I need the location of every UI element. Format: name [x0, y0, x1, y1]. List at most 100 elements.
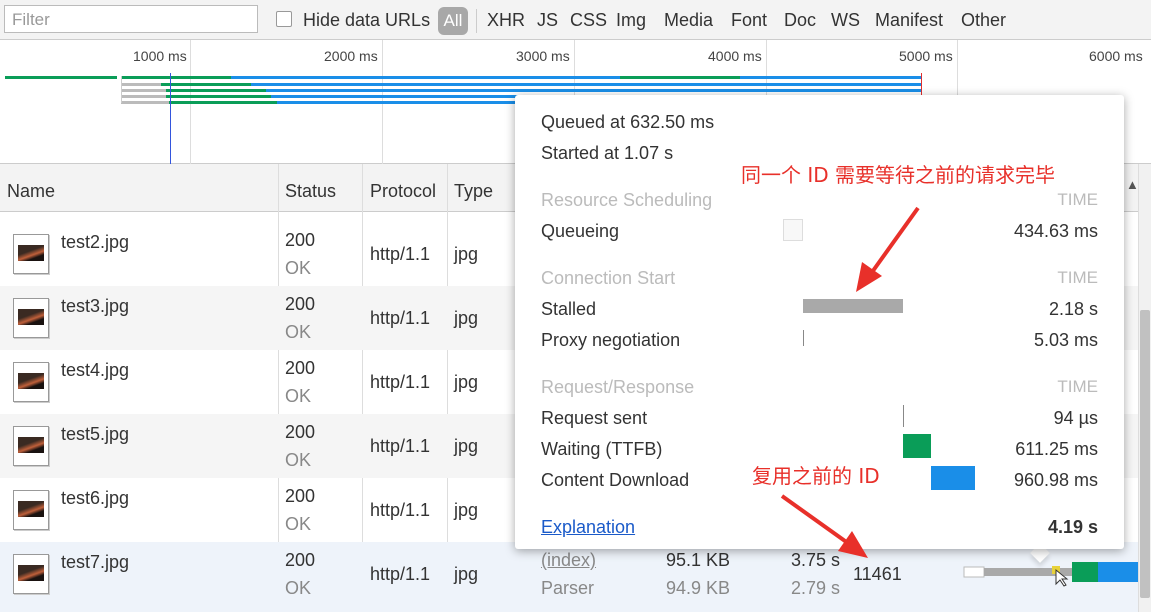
request-protocol: http/1.1	[370, 564, 431, 584]
type-filter-img[interactable]: Img	[616, 10, 646, 31]
overview-bar-stalled	[121, 95, 166, 98]
image-file-icon	[13, 426, 49, 466]
time-header: TIME	[1057, 377, 1098, 396]
dom-content-loaded-marker	[170, 73, 171, 164]
section-request-response: Request/Response	[541, 377, 695, 397]
request-status-text: OK	[285, 322, 312, 342]
request-name: test5.jpg	[61, 424, 130, 444]
scrollbar-thumb[interactable]	[1140, 310, 1150, 598]
request-latency: 2.79 s	[791, 578, 841, 598]
request-protocol: http/1.1	[370, 244, 431, 264]
type-filter-media[interactable]: Media	[664, 10, 713, 31]
waiting-ttfb-label: Waiting (TTFB)	[541, 439, 663, 459]
request-status-text: OK	[285, 450, 312, 470]
proxy-negotiation-label: Proxy negotiation	[541, 330, 681, 350]
column-header-type[interactable]: Type	[454, 181, 493, 202]
type-filter-xhr[interactable]: XHR	[487, 10, 525, 31]
overview-bar-stalled	[121, 101, 169, 104]
resource-size: 94.9 KB	[666, 578, 731, 598]
explanation-link[interactable]: Explanation	[541, 517, 635, 538]
request-sent-label: Request sent	[541, 408, 648, 428]
annotation-wait-same-id: 同一个 ID 需要等待之前的请求完毕	[741, 163, 1056, 187]
column-header-name[interactable]: Name	[7, 181, 55, 202]
overview-bar-stalled	[121, 83, 161, 86]
proxy-negotiation-value: 5.03 ms	[1033, 330, 1098, 350]
hide-data-urls-checkbox[interactable]	[276, 11, 292, 27]
request-status-text: OK	[285, 514, 312, 534]
overview-bar-waiting	[620, 76, 740, 79]
request-table-header: Name Status Protocol Type	[0, 164, 515, 212]
queueing-label: Queueing	[541, 221, 620, 241]
content-download-bar	[931, 466, 975, 490]
overview-bar-waiting	[166, 95, 271, 98]
request-protocol: http/1.1	[370, 308, 431, 328]
waterfall-download	[1098, 562, 1138, 582]
request-status-code: 200	[285, 486, 316, 506]
request-type: jpg	[454, 372, 479, 392]
request-type: jpg	[454, 436, 479, 456]
request-name: test3.jpg	[61, 296, 130, 316]
initiator-type: Parser	[541, 578, 595, 598]
type-filter-manifest[interactable]: Manifest	[875, 10, 943, 31]
request-status-code: 200	[285, 422, 316, 442]
overview-bar-download	[231, 76, 921, 79]
type-filter-other[interactable]: Other	[961, 10, 1006, 31]
request-status-text: OK	[285, 386, 312, 406]
toolbar-divider	[476, 9, 477, 33]
proxy-negotiation-bar	[803, 330, 804, 346]
stalled-value: 2.18 s	[1048, 299, 1098, 319]
hide-data-urls-label[interactable]: Hide data URLs	[303, 10, 430, 31]
request-name: test6.jpg	[61, 488, 130, 508]
request-protocol: http/1.1	[370, 372, 431, 392]
overview-bar-download	[251, 83, 921, 86]
overview-bar-download	[266, 89, 921, 92]
content-download-value: 960.98 ms	[1013, 470, 1098, 490]
section-connection-start: Connection Start	[541, 268, 676, 288]
request-protocol: http/1.1	[370, 500, 431, 520]
image-file-icon	[13, 234, 49, 274]
request-sent-value: 94 µs	[1053, 408, 1098, 428]
waterfall-waiting	[1072, 562, 1098, 582]
queueing-bar	[783, 219, 803, 241]
time-header: TIME	[1057, 268, 1098, 287]
filter-input[interactable]: Filter	[4, 5, 258, 33]
request-type: jpg	[454, 244, 479, 264]
type-filter-doc[interactable]: Doc	[784, 10, 816, 31]
overview-bar-waiting	[169, 101, 277, 104]
waiting-ttfb-bar	[903, 434, 931, 458]
request-status-code: 200	[285, 230, 316, 250]
request-row-test7[interactable]: test7.jpg 200 OK http/1.1 jpg (index) Pa…	[0, 542, 1138, 612]
type-filter-js[interactable]: JS	[537, 10, 558, 31]
time-header: TIME	[1057, 190, 1098, 209]
stalled-label: Stalled	[541, 299, 597, 319]
request-name: test4.jpg	[61, 360, 130, 380]
waterfall-queueing	[963, 566, 985, 578]
initiator-link[interactable]: (index)	[541, 550, 596, 571]
type-filter-css[interactable]: CSS	[570, 10, 607, 31]
overview-bar-waiting	[161, 83, 251, 86]
request-status-code: 200	[285, 358, 316, 378]
type-filter-ws[interactable]: WS	[831, 10, 860, 31]
queueing-value: 434.63 ms	[1013, 221, 1098, 241]
type-filter-font[interactable]: Font	[731, 10, 767, 31]
vertical-scrollbar[interactable]	[1138, 164, 1151, 612]
image-file-icon	[13, 554, 49, 594]
column-header-protocol[interactable]: Protocol	[370, 181, 436, 202]
request-status-code: 200	[285, 294, 316, 314]
request-status-code: 200	[285, 550, 316, 570]
overview-bar-waiting	[166, 89, 266, 92]
request-type: jpg	[454, 500, 479, 520]
request-status-text: OK	[285, 578, 312, 598]
waiting-ttfb-value: 611.25 ms	[1015, 439, 1098, 459]
overview-bar-html	[5, 76, 117, 79]
image-file-icon	[13, 362, 49, 402]
network-toolbar: Filter Hide data URLs All XHR JS CSS Img…	[0, 0, 1151, 40]
section-resource-scheduling: Resource Scheduling	[541, 190, 713, 210]
image-file-icon	[13, 298, 49, 338]
column-header-status[interactable]: Status	[285, 181, 336, 202]
started-at: Started at 1.07 s	[541, 143, 674, 163]
type-filter-all[interactable]: All	[438, 7, 468, 35]
annotation-reuse-id: 复用之前的 ID	[752, 464, 880, 488]
image-file-icon	[13, 490, 49, 530]
stalled-bar	[803, 299, 903, 313]
